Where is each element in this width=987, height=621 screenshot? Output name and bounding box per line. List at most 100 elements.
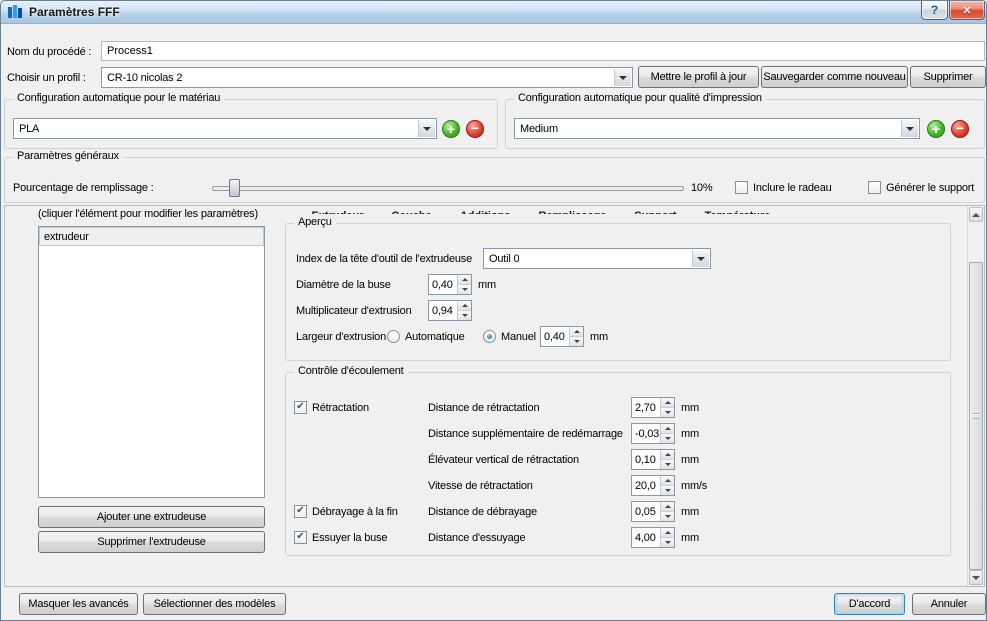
arrow-up-icon: [461, 304, 468, 307]
list-item-extrudeur[interactable]: extrudeur: [39, 227, 264, 246]
tab-remplissage[interactable]: Remplissage: [538, 210, 606, 214]
extra-restart-distance-spinbox[interactable]: -0,03: [631, 423, 675, 444]
spin-down-button[interactable]: [570, 336, 583, 346]
add-extruder-button[interactable]: Ajouter une extrudeuse: [38, 506, 265, 528]
include-raft-checkbox[interactable]: Inclure le radeau: [735, 177, 832, 198]
process-name-input[interactable]: [101, 41, 985, 61]
toolhead-index-select[interactable]: Outil 0: [483, 248, 711, 269]
vertical-scrollbar[interactable]: [967, 206, 984, 586]
spin-up-button[interactable]: [661, 528, 674, 537]
auto-material-group: Configuration automatique pour le matéri…: [4, 92, 498, 149]
toolhead-index-value: Outil 0: [489, 252, 520, 265]
scroll-down-button[interactable]: [969, 570, 983, 585]
spinner-buttons: [660, 476, 674, 495]
material-select[interactable]: PLA: [13, 118, 437, 139]
checkbox-checked-icon: [294, 531, 307, 544]
retraction-distance-value: 2,70: [635, 401, 656, 414]
generate-support-checkbox[interactable]: Générer le support: [868, 177, 974, 198]
checkbox-icon: [868, 181, 881, 194]
spinner-buttons: [660, 528, 674, 547]
spin-down-button[interactable]: [661, 459, 674, 469]
update-profile-button[interactable]: Mettre le profil à jour: [638, 66, 759, 88]
close-button[interactable]: ✕: [949, 1, 985, 20]
spin-down-button[interactable]: [661, 407, 674, 417]
retraction-distance-unit: mm: [681, 401, 699, 414]
extrusion-width-auto-radio[interactable]: Automatique: [387, 326, 465, 347]
extrusion-width-spinbox[interactable]: 0,40: [540, 326, 584, 347]
combo-dropdown-button[interactable]: [614, 69, 631, 86]
spin-down-button[interactable]: [661, 433, 674, 443]
extrusion-width-auto-label: Automatique: [405, 330, 465, 343]
spin-up-button[interactable]: [458, 301, 471, 310]
combo-dropdown-button[interactable]: [692, 250, 709, 267]
spin-down-button[interactable]: [661, 485, 674, 495]
arrow-down-icon: [664, 489, 671, 492]
scroll-up-button[interactable]: [969, 207, 983, 222]
combo-dropdown-button[interactable]: [901, 120, 918, 137]
profile-select[interactable]: CR-10 nicolas 2: [101, 67, 633, 88]
scrollbar-thumb[interactable]: [969, 262, 983, 570]
spin-down-button[interactable]: [458, 310, 471, 320]
spin-up-button[interactable]: [661, 398, 674, 407]
tab-couche[interactable]: Couche: [391, 210, 431, 214]
coast-distance-spinbox[interactable]: 0,05: [631, 501, 675, 522]
clipped-tab-bar[interactable]: Extrudeur Couche Additions Remplissage Suppo…: [285, 206, 949, 214]
spin-down-button[interactable]: [458, 284, 471, 294]
tab-support[interactable]: Support: [634, 210, 676, 214]
save-as-new-button[interactable]: Sauvegarder comme nouveau: [761, 66, 908, 88]
extruder-list[interactable]: extrudeur: [38, 226, 265, 498]
select-models-button[interactable]: Sélectionner des modèles: [143, 593, 286, 615]
settings-scroll-area: Extrudeur Couche Additions Remplissage Suppo…: [4, 205, 985, 587]
arrow-down-icon: [664, 541, 671, 544]
infill-slider-thumb[interactable]: [229, 179, 240, 197]
spin-up-button[interactable]: [661, 476, 674, 485]
coast-at-end-checkbox[interactable]: Débrayage à la fin: [294, 501, 398, 522]
arrow-up-icon: [573, 330, 580, 333]
wipe-distance-label: Distance d'essuyage: [428, 531, 526, 544]
spin-up-button[interactable]: [661, 424, 674, 433]
retraction-speed-spinbox[interactable]: 20,0: [631, 475, 675, 496]
remove-quality-button[interactable]: [951, 120, 969, 138]
extrusion-width-manual-radio[interactable]: Manuel: [483, 326, 536, 347]
retraction-distance-spinbox[interactable]: 2,70: [631, 397, 675, 418]
minus-icon: [956, 123, 964, 135]
arrow-down-icon: [664, 515, 671, 518]
tab-additions[interactable]: Additions: [460, 210, 511, 214]
delete-profile-button[interactable]: Supprimer: [910, 66, 986, 88]
combo-dropdown-button[interactable]: [418, 120, 435, 137]
hide-advanced-button[interactable]: Masquer les avancés: [19, 593, 138, 615]
help-button[interactable]: ?: [921, 1, 948, 20]
add-material-button[interactable]: [442, 120, 460, 138]
nozzle-diameter-unit: mm: [478, 278, 496, 291]
add-quality-button[interactable]: [927, 120, 945, 138]
infill-slider[interactable]: [212, 186, 684, 191]
tab-extrudeur[interactable]: Extrudeur: [311, 210, 363, 214]
cancel-button[interactable]: Annuler: [912, 593, 986, 615]
ooze-control-group: Contrôle d'écoulement Rétractation Dista…: [285, 365, 951, 556]
spin-down-button[interactable]: [661, 537, 674, 547]
spin-up-button[interactable]: [570, 327, 583, 336]
vertical-lift-spinbox[interactable]: 0,10: [631, 449, 675, 470]
material-selected-value: PLA: [19, 122, 40, 135]
quality-select[interactable]: Medium: [514, 118, 920, 139]
retraction-checkbox[interactable]: Rétractation: [294, 397, 369, 418]
ok-button[interactable]: D'accord: [834, 593, 905, 615]
extrusion-multiplier-label: Multiplicateur d'extrusion: [296, 304, 412, 317]
spin-up-button[interactable]: [661, 450, 674, 459]
minus-icon: [471, 123, 479, 135]
spin-up-button[interactable]: [661, 502, 674, 511]
extrusion-multiplier-spinbox[interactable]: 0,94: [428, 300, 472, 321]
tab-temperature[interactable]: Température: [705, 210, 771, 214]
spin-up-button[interactable]: [458, 275, 471, 284]
wipe-distance-spinbox[interactable]: 4,00: [631, 527, 675, 548]
remove-extruder-button[interactable]: Supprimer l'extrudeuse: [38, 531, 265, 553]
radio-icon: [387, 330, 400, 343]
arrow-down-icon: [664, 437, 671, 440]
spinner-buttons: [660, 502, 674, 521]
remove-material-button[interactable]: [466, 120, 484, 138]
retraction-distance-label: Distance de rétractation: [428, 401, 540, 414]
nozzle-diameter-spinbox[interactable]: 0,40: [428, 274, 472, 295]
wipe-nozzle-checkbox[interactable]: Essuyer la buse: [294, 527, 387, 548]
spin-down-button[interactable]: [661, 511, 674, 521]
extra-restart-distance-label: Distance supplémentaire de redémarrage: [428, 427, 623, 440]
